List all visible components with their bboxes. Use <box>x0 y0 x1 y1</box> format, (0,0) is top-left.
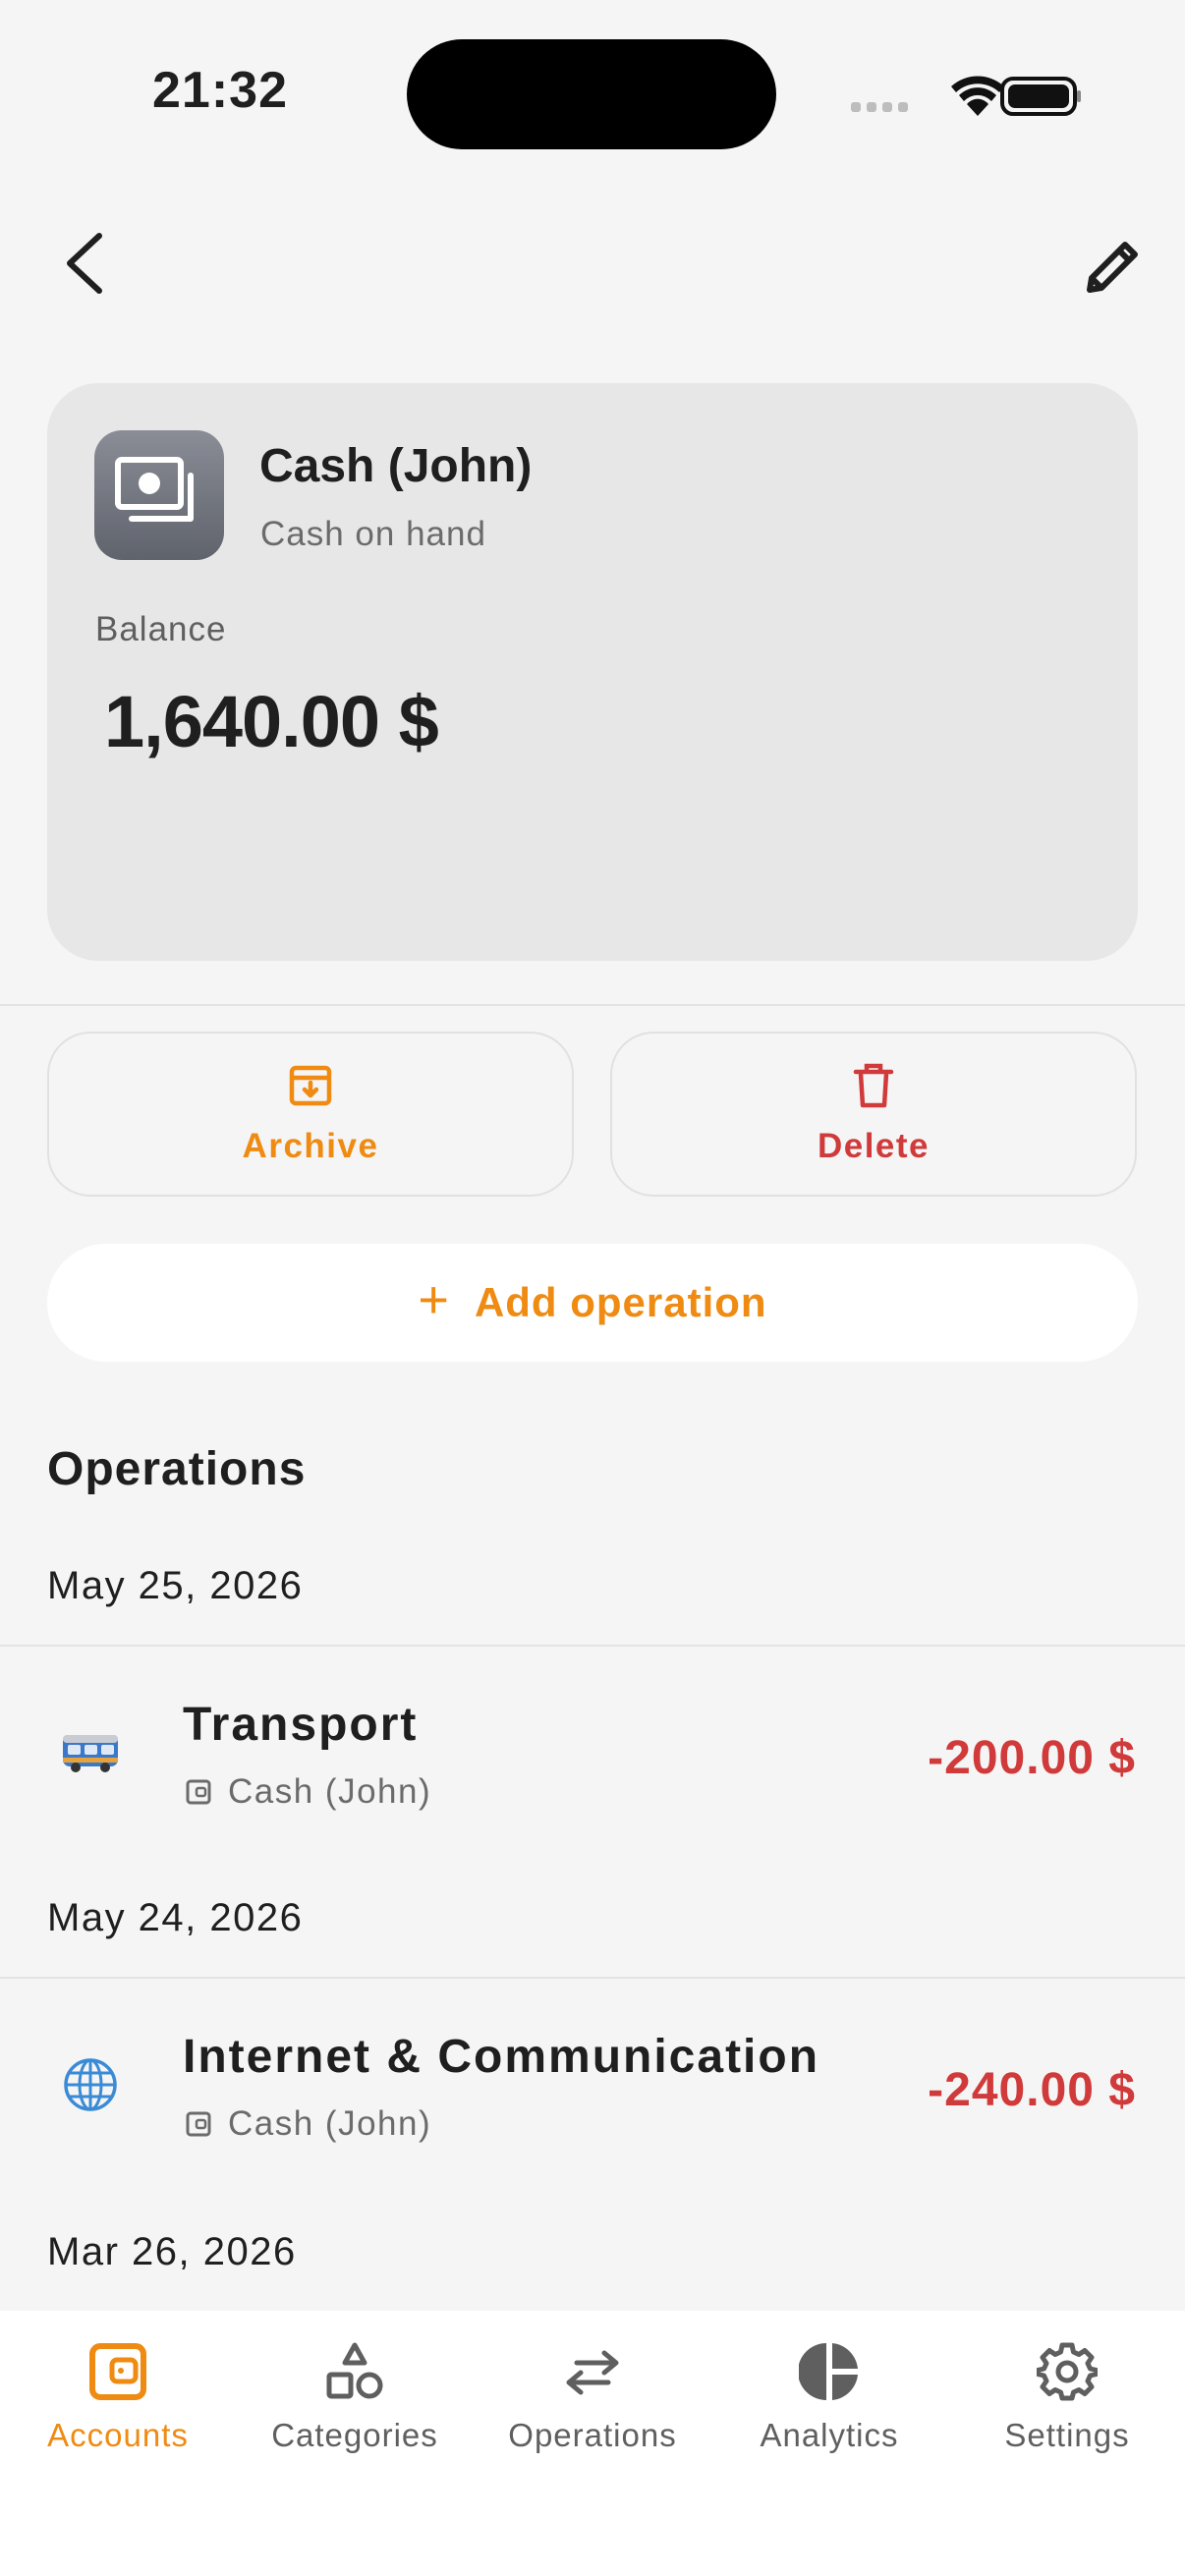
balance-label: Balance <box>95 610 227 648</box>
back-button[interactable] <box>49 224 118 303</box>
operation-account-name: Cash (John) <box>228 1772 432 1811</box>
globe-icon <box>59 2053 122 2116</box>
operation-amount: -240.00 $ <box>928 2064 1136 2116</box>
bus-icon <box>59 1721 122 1784</box>
date-header: Mar 26, 2026 <box>47 2230 297 2273</box>
shapes-icon <box>323 2340 386 2403</box>
status-icons <box>845 69 1081 124</box>
tab-categories[interactable]: Categories <box>237 2340 473 2488</box>
signal-icon <box>851 102 908 112</box>
operation-title: Internet & Communication <box>183 2031 820 2083</box>
wallet-icon <box>86 2340 149 2403</box>
tab-bar: Accounts Categories Operations Analytics… <box>0 2311 1185 2576</box>
delete-button[interactable]: Delete <box>610 1032 1137 1197</box>
add-operation-button[interactable]: + Add operation <box>47 1244 1138 1362</box>
operation-row[interactable]: Transport Cash (John) -200.00 $ <box>0 1647 1185 1863</box>
operation-row[interactable]: Internet & Communication Cash (John) -24… <box>0 1979 1185 2195</box>
cash-icon <box>115 457 194 522</box>
delete-label: Delete <box>817 1127 931 1165</box>
tab-settings[interactable]: Settings <box>949 2340 1185 2488</box>
edit-button[interactable] <box>1076 229 1151 304</box>
add-operation-label: Add operation <box>474 1279 767 1325</box>
pie-chart-icon <box>798 2340 861 2403</box>
operation-account: Cash (John) <box>185 1772 431 1812</box>
tab-label: Accounts <box>47 2417 189 2453</box>
tab-label: Categories <box>271 2417 438 2453</box>
battery-icon <box>1000 77 1081 116</box>
account-avatar <box>94 430 224 560</box>
wallet-small-icon <box>186 1779 211 1805</box>
balance-value: 1,640.00 $ <box>104 681 439 762</box>
tab-analytics[interactable]: Analytics <box>711 2340 947 2488</box>
chevron-left-icon <box>67 233 102 294</box>
divider <box>0 1004 1185 1006</box>
plus-icon: + <box>418 1270 449 1329</box>
archive-label: Archive <box>242 1127 379 1165</box>
account-type: Cash on hand <box>260 515 486 553</box>
tab-label: Settings <box>1004 2417 1130 2453</box>
operation-account-name: Cash (John) <box>228 2104 432 2143</box>
operation-amount: -200.00 $ <box>928 1732 1136 1784</box>
status-time: 21:32 <box>152 62 288 119</box>
tab-label: Operations <box>508 2417 677 2453</box>
trash-icon <box>853 1063 894 1108</box>
arrows-icon <box>561 2340 624 2403</box>
tab-label: Analytics <box>760 2417 899 2453</box>
wallet-small-icon <box>186 2111 211 2137</box>
operation-title: Transport <box>183 1699 419 1751</box>
date-header: May 25, 2026 <box>47 1564 304 1607</box>
operation-account: Cash (John) <box>185 2104 431 2144</box>
wifi-icon <box>951 76 1004 116</box>
operations-heading: Operations <box>47 1443 307 1495</box>
date-header: May 24, 2026 <box>47 1896 304 1939</box>
archive-icon <box>289 1065 332 1106</box>
tab-accounts[interactable]: Accounts <box>0 2340 236 2488</box>
tab-operations[interactable]: Operations <box>475 2340 710 2488</box>
gear-icon <box>1036 2340 1099 2403</box>
pencil-icon <box>1087 242 1138 293</box>
archive-button[interactable]: Archive <box>47 1032 574 1197</box>
dynamic-island <box>407 39 776 149</box>
account-name: Cash (John) <box>259 440 533 492</box>
